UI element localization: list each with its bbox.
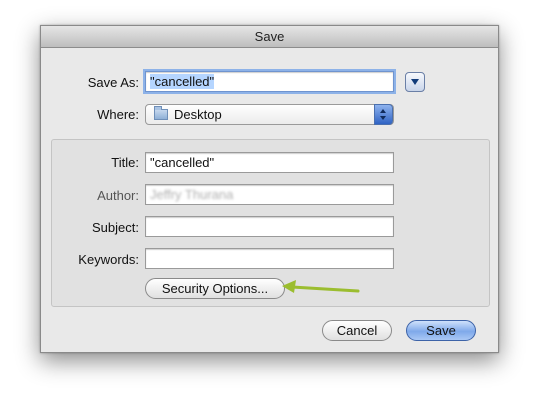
subject-label: Subject: [92,220,139,235]
where-popup[interactable]: Desktop [145,104,394,125]
save-button[interactable]: Save [406,320,476,341]
up-down-arrows-icon [374,104,393,125]
security-options-button[interactable]: Security Options... [145,278,285,299]
where-value: Desktop [174,107,222,122]
cancel-button[interactable]: Cancel [322,320,392,341]
keywords-field[interactable] [145,248,394,269]
window-title: Save [41,26,498,48]
subject-field[interactable] [145,216,394,237]
author-label: Author: [97,188,139,203]
keywords-label: Keywords: [78,252,139,267]
chevron-down-icon [411,79,419,85]
save-dialog: Save Save As: "cancelled" Where: Desktop… [40,25,499,353]
annotation-arrow-icon [282,280,360,293]
title-label: Title: [111,155,139,170]
expand-dialog-button[interactable] [405,72,425,92]
save-as-field[interactable]: "cancelled" [145,71,394,92]
title-field[interactable]: "cancelled" [145,152,394,173]
where-label: Where: [97,107,139,122]
save-as-value: "cancelled" [150,74,215,89]
folder-icon [154,106,168,120]
author-field[interactable]: Jeffry Thurana [145,184,394,205]
save-as-label: Save As: [87,75,139,90]
author-value: Jeffry Thurana [150,187,234,202]
